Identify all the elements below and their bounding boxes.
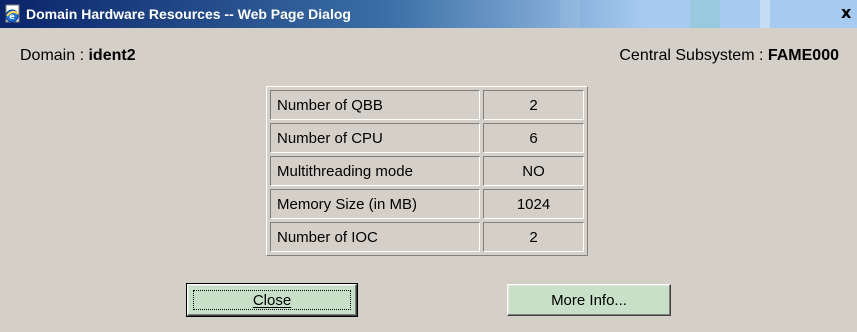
title-bar: e Domain Hardware Resources -- Web Page … — [0, 0, 857, 28]
window-title: Domain Hardware Resources -- Web Page Di… — [26, 6, 351, 22]
domain-label: Domain : — [20, 47, 89, 64]
table-row: Number of IOC 2 — [270, 222, 584, 252]
resource-value: 1024 — [483, 189, 584, 219]
central-subsystem-label: Central Subsystem : — [619, 47, 768, 64]
table-row: Number of QBB 2 — [270, 90, 584, 120]
more-info-button[interactable]: More Info... — [507, 284, 671, 316]
domain-info: Domain : ident2 — [20, 47, 136, 65]
central-subsystem-value: FAME000 — [767, 47, 839, 64]
hardware-resources-table: Number of QBB 2 Number of CPU 6 Multithr… — [266, 86, 588, 256]
resource-label: Memory Size (in MB) — [270, 189, 480, 219]
resource-label: Multithreading mode — [270, 156, 480, 186]
table-row: Number of CPU 6 — [270, 123, 584, 153]
central-subsystem-info: Central Subsystem : FAME000 — [619, 47, 839, 65]
resource-label: Number of IOC — [270, 222, 480, 252]
resource-value: NO — [483, 156, 584, 186]
svg-text:e: e — [9, 12, 15, 21]
resource-label: Number of QBB — [270, 90, 480, 120]
close-button-label: Close — [252, 291, 292, 309]
resource-value: 6 — [483, 123, 584, 153]
table-row: Memory Size (in MB) 1024 — [270, 189, 584, 219]
resource-label: Number of CPU — [270, 123, 480, 153]
ie-page-icon: e — [3, 4, 23, 24]
resource-value: 2 — [483, 90, 584, 120]
close-button[interactable]: Close — [186, 283, 358, 317]
more-info-button-label: More Info... — [551, 291, 627, 309]
close-window-icon[interactable]: x — [841, 3, 857, 23]
table-row: Multithreading mode NO — [270, 156, 584, 186]
resource-value: 2 — [483, 222, 584, 252]
domain-value: ident2 — [88, 47, 136, 64]
